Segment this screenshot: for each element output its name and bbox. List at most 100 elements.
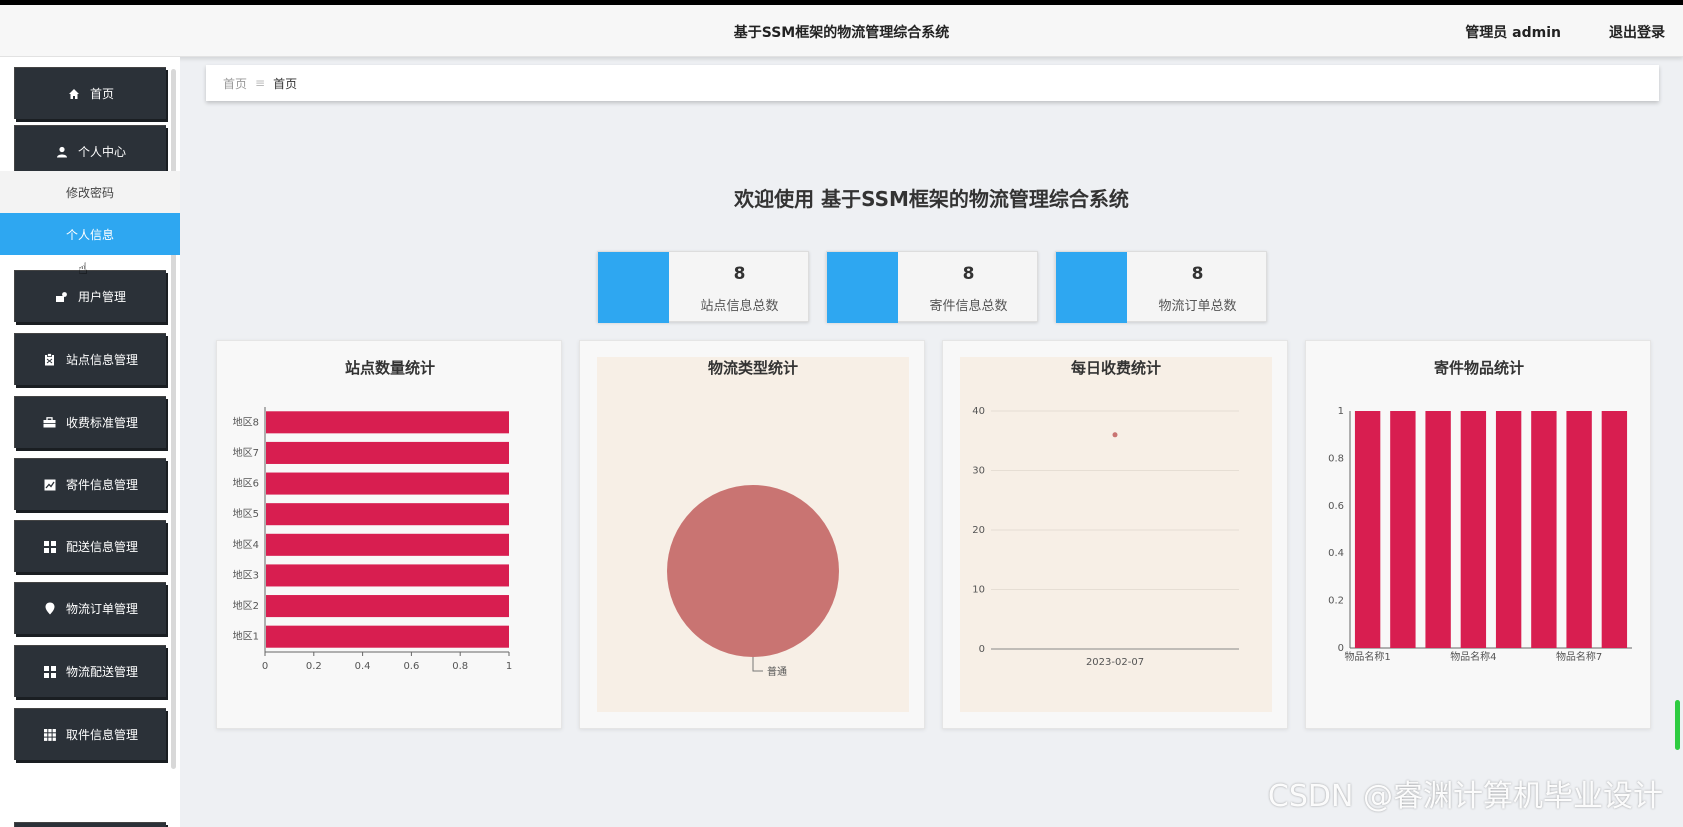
bar <box>1495 411 1522 648</box>
y-tick-label: 0.2 <box>1328 596 1344 607</box>
watermark: CSDN @睿渊计算机毕业设计 <box>1267 779 1663 814</box>
bar <box>1460 411 1487 648</box>
sidebar-item-label: 配送信息管理 <box>65 540 138 554</box>
stat-value: 8 <box>962 264 975 284</box>
bar <box>266 503 509 526</box>
sidebar-item-home[interactable]: 首页 <box>14 67 166 119</box>
y-tick-label: 40 <box>972 406 985 417</box>
header: 基于SSM框架的物流管理综合系统 管理员 admin 退出登录 <box>0 5 1683 57</box>
stat-accent-block <box>827 252 898 323</box>
x-tick-label: 物品名称7 <box>1556 650 1602 663</box>
bar <box>266 441 509 464</box>
stat-label: 寄件信息总数 <box>929 299 1008 314</box>
x-tick-label: 0 <box>262 661 268 672</box>
sidebar-item-personal-center[interactable]: 个人中心 <box>14 125 166 177</box>
sidebar-subitem-personal-info[interactable]: 个人信息 <box>0 213 180 255</box>
y-tick-label: 地区5 <box>233 507 259 520</box>
y-tick-label: 0.6 <box>1328 501 1344 512</box>
briefcase-icon <box>43 416 57 430</box>
sidebar-item-pickup-management[interactable]: 取件信息管理 <box>14 708 166 760</box>
sidebar-item-label: 站点信息管理 <box>65 353 138 367</box>
stat-card-shipments: 8 寄件信息总数 <box>826 251 1038 323</box>
admin-user-label: 管理员 admin <box>1465 25 1561 41</box>
chart-title: 寄件物品统计 <box>1434 359 1524 377</box>
table-icon <box>43 728 57 742</box>
y-tick-label: 1 <box>1338 406 1344 417</box>
sidebar: 首页 个人中心 修改密码 个人信息 用户管理 站点信息管理 收费标准管理 寄件信… <box>0 57 180 827</box>
y-tick-label: 0 <box>1338 643 1344 654</box>
clipboard-icon <box>43 353 57 367</box>
chart-icon <box>43 478 57 492</box>
stat-card-stations: 8 站点信息总数 <box>597 251 809 323</box>
sidebar-item-label: 物流订单管理 <box>65 602 138 616</box>
sidebar-item-delivery-info-management[interactable]: 配送信息管理 <box>14 520 166 572</box>
sidebar-item-label: 收费标准管理 <box>65 416 138 430</box>
logout-button[interactable]: 退出登录 <box>1609 22 1665 42</box>
x-tick-label: 物品名称4 <box>1450 650 1496 663</box>
chart-card-item-count: 寄件物品统计 0 0.2 0.4 0.6 0.8 1 物品名称1 物品名称4 物品名称7 <box>1305 340 1651 729</box>
bar <box>1390 411 1416 648</box>
breadcrumb-current: 首页 <box>273 76 298 91</box>
daily-fee-chart: 每日收费统计 0 10 20 30 40 2023-02-07 <box>960 357 1272 712</box>
welcome-title: 欢迎使用 基于SSM框架的物流管理综合系统 <box>734 187 1129 211</box>
sidebar-item-order-management[interactable]: 物流订单管理 <box>14 582 166 634</box>
sidebar-item-label: 个人中心 <box>77 145 126 159</box>
sidebar-item-partial[interactable] <box>14 822 166 827</box>
users-icon <box>55 290 69 304</box>
stat-value: 8 <box>1191 264 1204 284</box>
y-tick-label: 20 <box>972 525 985 536</box>
breadcrumb-home-link[interactable]: 首页 <box>223 75 247 92</box>
pie-slice <box>667 485 839 657</box>
chart-title: 物流类型统计 <box>708 359 798 377</box>
y-tick-label: 地区6 <box>233 477 259 490</box>
x-tick-label: 0.4 <box>355 661 371 672</box>
bar <box>266 472 509 495</box>
y-tick-label: 地区1 <box>233 630 259 643</box>
item-count-chart: 寄件物品统计 0 0.2 0.4 0.6 0.8 1 物品名称1 物品名称4 物品名称7 <box>1328 359 1632 663</box>
y-tick-label: 0.4 <box>1328 548 1344 559</box>
y-tick-label: 地区7 <box>233 446 259 459</box>
y-tick-label: 地区3 <box>233 568 259 581</box>
data-point <box>1112 432 1118 438</box>
stat-accent-block <box>1056 252 1127 323</box>
sidebar-subitem-label: 修改密码 <box>65 185 114 200</box>
sidebar-item-label: 寄件信息管理 <box>65 478 138 492</box>
x-tick-label: 1 <box>506 661 512 672</box>
app-title: 基于SSM框架的物流管理综合系统 <box>733 25 950 41</box>
sidebar-subitem-change-password[interactable]: 修改密码 <box>0 171 180 213</box>
y-tick-label: 地区4 <box>233 538 259 551</box>
user-icon <box>55 145 69 159</box>
sidebar-subitem-label: 个人信息 <box>65 227 114 242</box>
sidebar-item-fee-management[interactable]: 收费标准管理 <box>14 396 166 448</box>
x-tick-label: 0.6 <box>403 661 419 672</box>
grid-icon <box>43 540 57 554</box>
bar <box>1566 411 1592 648</box>
y-tick-label: 10 <box>972 585 985 596</box>
chart-title: 站点数量统计 <box>345 359 435 377</box>
y-tick-label: 地区2 <box>233 599 259 612</box>
home-icon <box>67 87 81 101</box>
breadcrumb-separator: ≡ <box>255 76 266 90</box>
x-tick-label: 0.8 <box>452 661 468 672</box>
y-tick-label: 0 <box>979 644 985 655</box>
station-count-chart: 站点数量统计地区1 地区2 地区3 地区4 地区5 地区6 地区7 地区8 0 0.2 0.4 0.6… <box>233 359 513 672</box>
logistics-type-chart: 物流类型统计普通 <box>597 357 909 712</box>
chart-card-logistics-type: 物流类型统计 普通 <box>579 340 925 729</box>
y-tick-label: 30 <box>972 466 985 477</box>
x-tick-label: 0.2 <box>306 661 322 672</box>
sidebar-item-shipment-management[interactable]: 寄件信息管理 <box>14 458 166 510</box>
stat-accent-block <box>598 252 669 323</box>
chart-card-station-count: 站点数量统计地区1 地区2 地区3 地区4 地区5 地区6 地区7 地区8 0 0.2 0.4 0.6… <box>216 340 562 729</box>
stat-card-orders: 8 物流订单总数 <box>1055 251 1267 323</box>
bar <box>266 595 509 618</box>
bar <box>1531 411 1557 648</box>
sidebar-item-user-management[interactable]: 用户管理 <box>14 270 166 322</box>
sidebar-item-label: 用户管理 <box>77 290 126 304</box>
sidebar-item-station-management[interactable]: 站点信息管理 <box>14 333 166 385</box>
sidebar-item-dispatch-management[interactable]: 物流配送管理 <box>14 645 166 697</box>
y-tick-label: 地区8 <box>233 415 259 428</box>
bar <box>1354 411 1381 648</box>
x-tick-label: 2023-02-07 <box>1086 657 1144 668</box>
bar <box>266 411 509 434</box>
page-scrollbar[interactable] <box>1675 700 1680 750</box>
